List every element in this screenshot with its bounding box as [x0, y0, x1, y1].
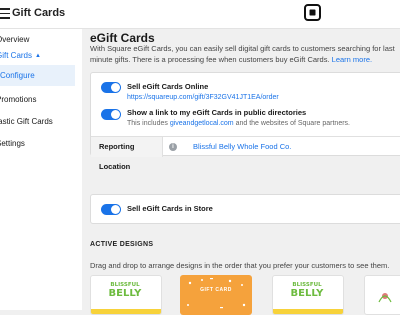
sidebar-item-label: Overview [0, 35, 30, 44]
sidebar-item-label: Settings [0, 139, 25, 148]
online-settings-card: Sell eGift Cards Online https://squareup… [90, 72, 400, 171]
reporting-location-value[interactable]: Blissful Belly Whole Food Co. [193, 137, 291, 157]
reporting-location-row: Reporting Location i Blissful Belly Whol… [91, 136, 400, 171]
info-icon[interactable]: i [169, 143, 177, 151]
sidebar-item-label: Configure [0, 71, 35, 80]
square-logo-icon[interactable] [304, 4, 321, 21]
gift-card-design[interactable]: BLISSFUL BELLY [272, 275, 344, 315]
directory-description: This includes giveandgetlocal.com and th… [127, 120, 350, 127]
design-logo-text: BLISSFUL BELLY [287, 281, 327, 299]
gift-card-design[interactable] [364, 275, 400, 315]
sidebar-item-label: Plastic Gift Cards [0, 117, 53, 126]
sell-online-title: Sell eGift Cards Online [127, 82, 209, 91]
design-gift-card-label: GIFT CARD [200, 287, 232, 293]
hamburger-menu-icon[interactable] [0, 8, 10, 19]
sidebar-item-plastic-gift-cards[interactable]: Plastic Gift Cards [0, 111, 67, 132]
in-store-card: Sell eGift Cards in Store [90, 194, 400, 224]
sidebar-item-label: Promotions [0, 95, 37, 104]
design-logo-text: BLISSFUL BELLY [105, 281, 145, 299]
directory-title: Show a link to my eGift Cards in public … [127, 108, 307, 117]
sell-in-store-title: Sell eGift Cards in Store [127, 204, 213, 213]
sidebar-item-settings[interactable]: Settings [0, 133, 72, 154]
top-bar: Gift Cards [0, 0, 400, 29]
directory-toggle[interactable] [101, 109, 121, 120]
reporting-location-label: Reporting Location [91, 137, 163, 171]
sidebar-item-gift-cards[interactable]: Gift Cards▲ [0, 45, 72, 66]
sidebar: Overview Gift Cards▲ Configure Promotion… [0, 29, 83, 310]
intro-text: With Square eGift Cards, you can easily … [90, 43, 400, 65]
sell-in-store-toggle[interactable] [101, 204, 121, 215]
active-designs-description: Drag and drop to arrange designs in the … [90, 261, 390, 270]
sidebar-item-configure[interactable]: Configure [0, 65, 75, 86]
active-designs-heading: ACTIVE DESIGNS [90, 241, 154, 248]
design-brand-line2: BELLY [290, 288, 324, 299]
learn-more-link[interactable]: Learn more. [332, 55, 372, 64]
app-title: Gift Cards [12, 7, 66, 19]
gift-card-design[interactable]: BLISSFUL BELLY [90, 275, 162, 315]
floral-pattern-icon [378, 293, 392, 303]
sell-online-toggle[interactable] [101, 82, 121, 93]
directory-desc-suffix: and the websites of Square partners. [235, 120, 350, 127]
gift-card-design[interactable]: GIFT CARD [180, 275, 252, 315]
directory-link[interactable]: giveandgetlocal.com [170, 120, 234, 127]
confetti-pattern-icon [187, 278, 246, 309]
sidebar-item-promotions[interactable]: Promotions [0, 89, 72, 110]
online-order-url-link[interactable]: https://squareup.com/gift/3F32GV41JT1EA/… [127, 94, 279, 101]
design-brand-line2: BELLY [108, 288, 142, 299]
sidebar-item-label: Gift Cards [0, 51, 33, 60]
directory-desc-prefix: This includes [127, 120, 168, 127]
chevron-up-icon: ▲ [35, 53, 41, 59]
main-content: eGift Cards With Square eGift Cards, you… [82, 29, 400, 315]
